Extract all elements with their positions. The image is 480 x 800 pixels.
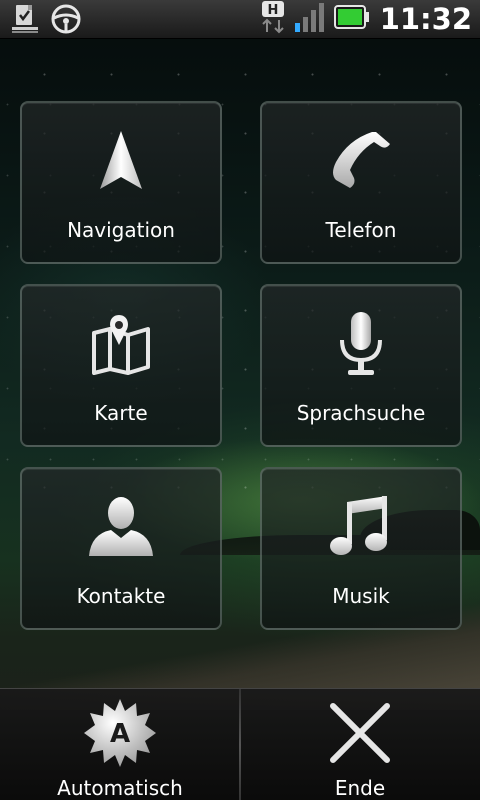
status-bar[interactable]: H 11:32 bbox=[0, 0, 480, 39]
bottom-bar: A Automatisch Ende bbox=[0, 688, 480, 800]
clock: 11:32 bbox=[379, 2, 472, 36]
car-home-screen: H 11:32 Navigation Telefon Karte Sprachs… bbox=[0, 0, 480, 800]
microphone-icon bbox=[326, 308, 396, 380]
svg-text:H: H bbox=[267, 3, 278, 18]
tile-musik[interactable]: Musik bbox=[260, 467, 462, 630]
navigation-arrow-icon bbox=[86, 125, 156, 197]
tile-label: Navigation bbox=[67, 218, 175, 242]
automatic-label: Automatisch bbox=[57, 776, 183, 800]
tile-label: Sprachsuche bbox=[296, 401, 426, 425]
contact-icon bbox=[86, 491, 156, 563]
end-label: Ende bbox=[334, 776, 386, 800]
tile-label: Musik bbox=[332, 584, 390, 608]
tile-label: Telefon bbox=[325, 218, 397, 242]
phone-icon bbox=[326, 125, 396, 197]
automatic-button[interactable]: A Automatisch bbox=[0, 689, 240, 800]
end-button[interactable]: Ende bbox=[240, 689, 480, 800]
download-complete-icon bbox=[10, 3, 40, 39]
tile-label: Kontakte bbox=[76, 584, 166, 608]
hsdpa-data-icon: H bbox=[260, 0, 286, 38]
signal-icon bbox=[294, 1, 326, 37]
music-note-icon bbox=[326, 491, 396, 563]
car-mode-icon bbox=[50, 3, 82, 39]
battery-icon bbox=[333, 4, 370, 34]
tile-telefon[interactable]: Telefon bbox=[260, 101, 462, 264]
map-icon bbox=[86, 308, 156, 380]
close-x-icon bbox=[324, 697, 396, 769]
tile-kontakte[interactable]: Kontakte bbox=[20, 467, 222, 630]
svg-text:A: A bbox=[110, 719, 130, 749]
tile-karte[interactable]: Karte bbox=[20, 284, 222, 447]
tile-sprachsuche[interactable]: Sprachsuche bbox=[260, 284, 462, 447]
automatic-badge-icon: A bbox=[84, 697, 156, 769]
tile-navigation[interactable]: Navigation bbox=[20, 101, 222, 264]
tile-label: Karte bbox=[94, 401, 148, 425]
